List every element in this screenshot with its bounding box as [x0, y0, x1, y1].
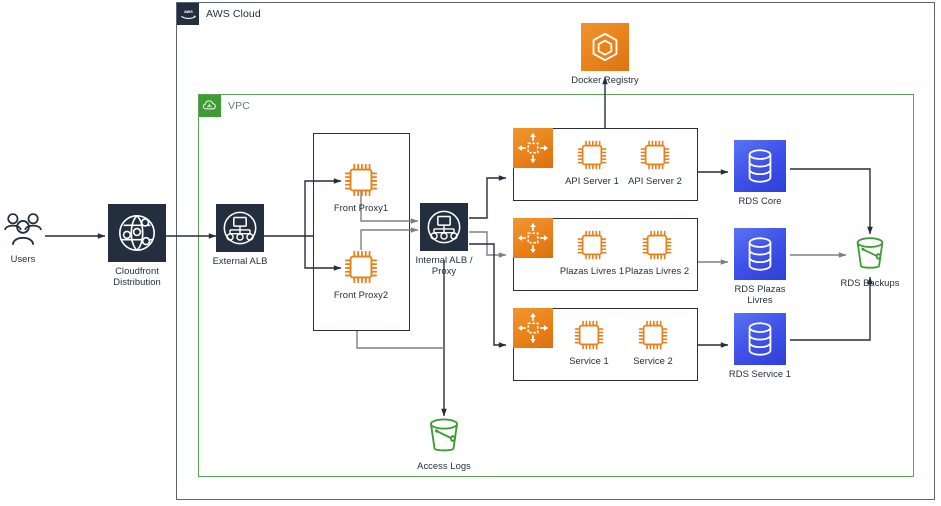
container-registry-icon: [581, 23, 629, 71]
group-vpc-label: VPC: [228, 100, 250, 112]
s3-bucket-icon: [850, 234, 890, 274]
node-rds-service-1-label: RDS Service 1: [728, 368, 792, 379]
node-rds-backups-label: RDS Backups: [840, 277, 900, 288]
node-plazas-livres-2-label: Plazas Livres 2: [624, 265, 690, 276]
node-api-server-2[interactable]: API Server 2: [623, 138, 687, 186]
node-plazas-livres-1-label: Plazas Livres 1: [559, 265, 625, 276]
node-users[interactable]: Users: [0, 210, 46, 264]
group-vpc-tag: VPC: [199, 95, 250, 117]
node-docker-registry[interactable]: Docker Registry: [571, 23, 639, 85]
rds-database-icon: [734, 228, 786, 280]
node-front-proxy-1-label: Front Proxy1: [333, 202, 389, 213]
node-rds-plazas-livres-label: RDS Plazas Livres: [734, 283, 786, 305]
vpc-cloud-icon: [199, 95, 221, 117]
node-rds-core[interactable]: RDS Core: [730, 140, 790, 206]
ec2-instance-icon: [572, 318, 606, 352]
ec2-instance-icon: [342, 248, 380, 286]
architecture-diagram-canvas: aws AWS Cloud VPC Users Cloudfront Distr…: [0, 0, 941, 506]
s3-bucket-icon: [423, 415, 465, 457]
node-users-label: Users: [10, 253, 36, 264]
rds-database-icon: [734, 313, 786, 365]
load-balancer-icon: [420, 203, 468, 251]
node-service-1[interactable]: Service 1: [557, 318, 621, 366]
node-autoscaling-service[interactable]: [513, 308, 553, 348]
node-access-logs-label: Access Logs: [417, 460, 471, 471]
node-docker-registry-label: Docker Registry: [571, 74, 639, 85]
node-rds-plazas-livres[interactable]: RDS Plazas Livres: [722, 228, 798, 305]
ec2-instance-icon: [575, 138, 609, 172]
node-autoscaling-plazas[interactable]: [513, 218, 553, 258]
auto-scaling-icon: [513, 128, 553, 168]
node-external-alb-label: External ALB: [212, 255, 268, 266]
auto-scaling-icon: [513, 308, 553, 348]
ec2-instance-icon: [640, 228, 674, 262]
aws-logo-icon: aws: [177, 3, 199, 25]
node-api-server-1-label: API Server 1: [565, 175, 619, 186]
group-aws-cloud-tag: aws AWS Cloud: [177, 3, 261, 25]
node-external-alb[interactable]: External ALB: [206, 204, 274, 266]
users-icon: [2, 210, 44, 250]
svg-text:aws: aws: [184, 9, 193, 14]
group-aws-cloud-label: AWS Cloud: [206, 8, 261, 20]
node-service-2[interactable]: Service 2: [621, 318, 685, 366]
node-front-proxy-1[interactable]: Front Proxy1: [324, 161, 398, 213]
node-rds-service-1[interactable]: RDS Service 1: [726, 313, 794, 379]
ec2-instance-icon: [638, 138, 672, 172]
node-internal-alb-label: Internal ALB / Proxy: [415, 254, 473, 276]
node-service-1-label: Service 1: [569, 355, 609, 366]
ec2-instance-icon: [636, 318, 670, 352]
node-front-proxy-2[interactable]: Front Proxy2: [324, 248, 398, 300]
node-api-server-1[interactable]: API Server 1: [560, 138, 624, 186]
node-rds-backups[interactable]: RDS Backups: [838, 234, 902, 288]
node-autoscaling-api[interactable]: [513, 128, 553, 168]
node-front-proxy-2-label: Front Proxy2: [333, 289, 389, 300]
node-internal-alb[interactable]: Internal ALB / Proxy: [412, 203, 476, 276]
node-service-2-label: Service 2: [633, 355, 673, 366]
auto-scaling-icon: [513, 218, 553, 258]
ec2-instance-icon: [575, 228, 609, 262]
cloudfront-icon: [108, 204, 166, 262]
rds-database-icon: [734, 140, 786, 192]
load-balancer-icon: [216, 204, 264, 252]
node-api-server-2-label: API Server 2: [628, 175, 682, 186]
node-rds-core-label: RDS Core: [738, 195, 782, 206]
node-plazas-livres-1[interactable]: Plazas Livres 1: [555, 228, 629, 276]
node-cloudfront[interactable]: Cloudfront Distribution: [99, 204, 175, 287]
ec2-instance-icon: [342, 161, 380, 199]
node-cloudfront-label: Cloudfront Distribution: [113, 265, 161, 287]
node-plazas-livres-2[interactable]: Plazas Livres 2: [620, 228, 694, 276]
node-access-logs[interactable]: Access Logs: [412, 415, 476, 471]
